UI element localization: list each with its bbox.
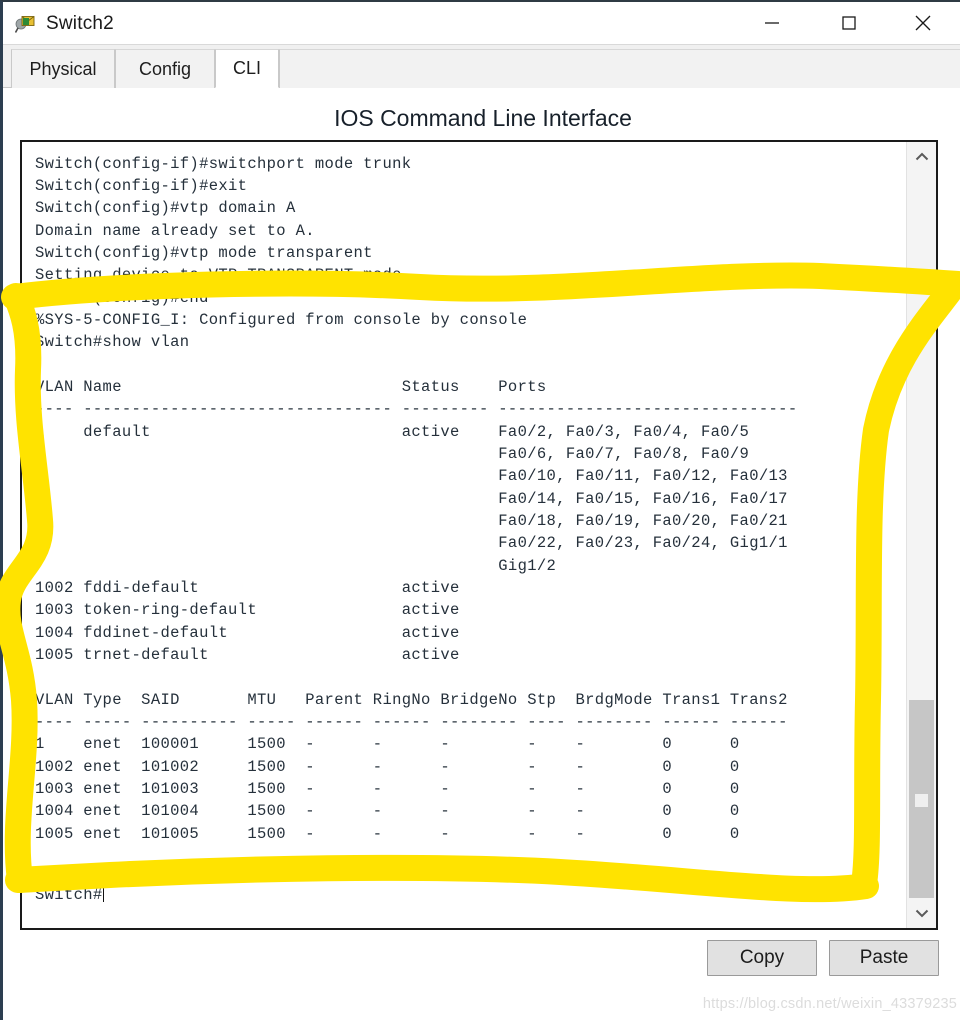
tab-physical-label: Physical: [29, 58, 97, 79]
close-icon: [915, 15, 931, 31]
cli-panel: IOS Command Line Interface Switch(config…: [3, 88, 960, 1022]
switch-device-icon: [14, 14, 37, 34]
tab-config-label: Config: [138, 58, 192, 79]
terminal-prompt[interactable]: Switch# Switch#: [35, 862, 104, 907]
tab-cli-label: CLI: [232, 58, 261, 78]
minimize-icon: [765, 22, 779, 24]
watermark-text: https://blog.csdn.net/weixin_43379235: [702, 996, 957, 1012]
chevron-down-icon: [915, 909, 928, 918]
maximize-icon: [842, 16, 856, 30]
text-cursor: [102, 886, 104, 903]
scroll-up-button[interactable]: [907, 142, 936, 172]
tab-config[interactable]: Config: [115, 49, 215, 88]
window-title-group: Switch2: [14, 2, 114, 45]
close-button[interactable]: [892, 2, 954, 44]
tab-cli[interactable]: CLI: [215, 49, 279, 88]
scrollbar-track[interactable]: [907, 172, 936, 900]
maximize-button[interactable]: [818, 2, 880, 44]
cli-window: Switch2 Physical Config CLI IOS Command …: [0, 0, 960, 1022]
chevron-up-icon: [915, 152, 928, 161]
scroll-down-button[interactable]: [907, 898, 936, 928]
minimize-button[interactable]: [741, 2, 803, 44]
page-title: IOS Command Line Interface: [334, 105, 632, 131]
window-title-bar: Switch2: [3, 2, 960, 45]
paste-button[interactable]: Paste: [829, 940, 939, 976]
terminal-output-region[interactable]: Switch(config-if)#switchport mode trunk …: [22, 142, 906, 928]
tab-bar: Physical Config CLI: [3, 45, 960, 88]
tab-physical[interactable]: Physical: [11, 49, 115, 88]
terminal-scrollbar[interactable]: [906, 142, 936, 928]
copy-button-label: Copy: [739, 947, 785, 968]
copy-button[interactable]: Copy: [707, 940, 817, 976]
tab-bar-filler: [279, 49, 960, 88]
terminal-frame: Switch(config-if)#switchport mode trunk …: [20, 140, 938, 930]
paste-button-label: Paste: [859, 947, 909, 968]
scrollbar-grip: [915, 793, 928, 807]
scrollbar-thumb[interactable]: [909, 700, 934, 900]
terminal-output-text: Switch(config-if)#switchport mode trunk …: [35, 154, 798, 843]
window-title-label: Switch2: [46, 12, 114, 34]
